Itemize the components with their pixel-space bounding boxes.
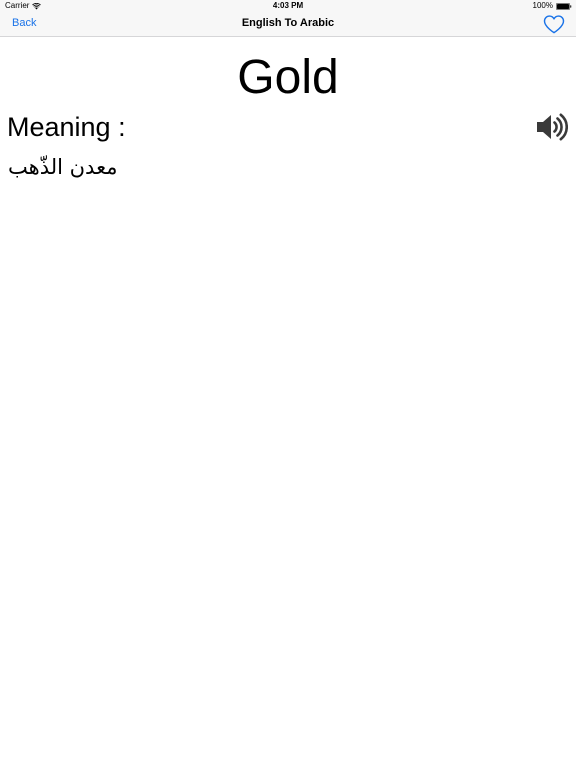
heart-outline-icon <box>543 14 565 33</box>
meaning-label: Meaning : <box>7 112 126 142</box>
favorite-button[interactable] <box>542 14 566 34</box>
word-title: Gold <box>237 51 339 104</box>
screen: Carrier 4:03 PM 100% Back English To Ara… <box>0 0 576 768</box>
status-right: 100% <box>533 0 572 12</box>
speaker-icon <box>537 113 568 141</box>
meaning-text: معدن الذّهب <box>8 155 118 179</box>
battery-percentage: 100% <box>532 1 553 10</box>
speaker-button[interactable] <box>534 111 568 143</box>
battery-icon <box>556 2 572 10</box>
status-time: 4:03 PM <box>272 1 304 10</box>
navigation-bar: Back English To Arabic <box>0 12 576 37</box>
status-bar: Carrier 4:03 PM 100% <box>0 0 576 12</box>
nav-title: English To Arabic <box>241 17 335 29</box>
back-button[interactable]: Back <box>12 17 36 29</box>
